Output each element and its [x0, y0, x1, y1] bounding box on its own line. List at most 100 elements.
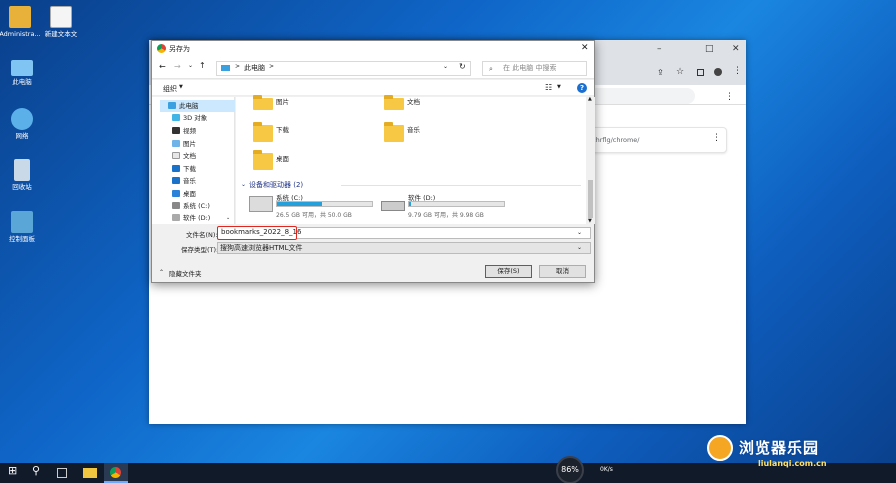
performance-gauge[interactable]: 86% — [556, 456, 584, 483]
view-dropdown-icon[interactable]: ▼ — [557, 84, 561, 90]
tree-item-pictures[interactable]: 图片 — [172, 138, 196, 150]
filename-value[interactable]: bookmarks_2022_8_16 — [217, 226, 301, 240]
drive-icon — [172, 202, 180, 209]
dialog-close-icon[interactable]: ✕ — [581, 43, 589, 53]
sidebar-icon[interactable] — [697, 69, 704, 76]
back-arrow-icon[interactable]: ← — [159, 62, 166, 71]
scroll-up-icon[interactable]: ▲ — [588, 96, 592, 102]
tree-item-desktop[interactable]: 桌面 — [172, 188, 196, 200]
card-menu-icon[interactable]: ⋮ — [712, 133, 721, 143]
watermark-logo-icon — [707, 435, 733, 461]
search-box[interactable] — [589, 88, 695, 104]
up-arrow-icon[interactable]: ↑ — [199, 61, 206, 70]
browser-menu-icon[interactable]: ⋮ — [733, 66, 742, 76]
windows-start-icon[interactable]: ⊞ — [8, 464, 22, 478]
network-globe-icon — [11, 108, 33, 130]
download-folder-icon — [253, 122, 273, 142]
tree-label: 文档 — [183, 152, 196, 160]
video-icon — [172, 127, 180, 134]
address-dropdown-icon[interactable]: ⌄ — [443, 63, 448, 70]
chrome-icon — [110, 467, 121, 478]
folder-icon — [253, 95, 273, 110]
address-bar[interactable]: > 此电脑 > ⌄ ↻ — [216, 61, 471, 76]
desktop-icon-network[interactable]: 网络 — [0, 108, 44, 140]
task-view-icon[interactable] — [57, 468, 67, 478]
drives-section-header[interactable]: 设备和驱动器 (2) — [249, 180, 303, 190]
help-icon[interactable]: ? — [577, 83, 587, 93]
folder-music-label[interactable]: 音乐 — [407, 124, 420, 134]
refresh-icon[interactable]: ↻ — [459, 62, 466, 71]
share-icon[interactable]: ⇪ — [657, 68, 664, 77]
drive-c-usage-bar — [276, 201, 373, 207]
taskbar-browser-button[interactable] — [104, 463, 128, 483]
save-button[interactable]: 保存(S) — [485, 265, 532, 278]
cancel-button[interactable]: 取消 — [539, 265, 586, 278]
desktop-icon-this-pc[interactable]: 此电脑 — [0, 57, 44, 86]
search-icon[interactable]: ⚲ — [32, 464, 46, 478]
chrome-icon — [157, 44, 166, 53]
navigation-pane: 此电脑 3D 对象 视频 图片 文档 下载 音乐 桌面 系统 (C:) 软件 (… — [152, 97, 235, 224]
organize-button[interactable]: 组织 — [163, 84, 177, 94]
user-folder-icon — [9, 6, 31, 28]
file-explorer-icon[interactable] — [83, 468, 97, 478]
tree-item-drive-d[interactable]: 软件 (D:) — [172, 212, 210, 224]
view-options-icon[interactable]: ☷ — [545, 83, 552, 92]
folder-pictures-label[interactable]: 图片 — [276, 96, 289, 106]
filetype-dropdown-icon[interactable]: ⌄ — [577, 243, 582, 253]
cube-icon — [172, 114, 180, 121]
scroll-down-icon[interactable]: ▼ — [588, 218, 592, 224]
filetype-value: 搜狗高速浏览器HTML文件 — [220, 244, 303, 252]
desktop-icon-label: 控制面板 — [9, 235, 35, 243]
scrollbar-thumb[interactable] — [588, 180, 593, 218]
close-icon[interactable]: ✕ — [732, 44, 740, 54]
search-icon: ⌕ — [489, 65, 493, 73]
tree-item-drive-c[interactable]: 系统 (C:) — [172, 200, 210, 212]
desktop-icon-recycle-bin[interactable]: 回收站 — [0, 159, 44, 191]
breadcrumb-separator: > — [235, 63, 241, 70]
search-input[interactable]: ⌕ 在 此电脑 中搜索 — [482, 61, 587, 76]
tree-item-3d-objects[interactable]: 3D 对象 — [172, 112, 207, 124]
history-card[interactable]: chrflg/chrome/ ⋮ — [589, 127, 727, 153]
pc-icon — [221, 65, 230, 71]
filename-dropdown-icon[interactable]: ⌄ — [577, 228, 582, 238]
tree-label: 此电脑 — [179, 102, 199, 110]
filetype-label: 保存类型(T): — [181, 246, 219, 254]
hide-folders-chevron-icon[interactable]: ⌃ — [159, 269, 164, 276]
profile-icon[interactable] — [714, 68, 722, 76]
desktop-icon — [172, 190, 180, 197]
desktop-icon-label: 新建文本文 — [44, 30, 78, 38]
folder-desktop-label[interactable]: 桌面 — [276, 153, 289, 163]
minimize-icon[interactable]: – — [657, 44, 662, 54]
desktop-icon-new-text-file[interactable]: 新建文本文 — [39, 6, 83, 38]
tree-item-music[interactable]: 音乐 — [172, 175, 196, 187]
section-divider — [341, 185, 581, 186]
tree-label: 桌面 — [183, 190, 196, 198]
tree-item-this-pc[interactable]: 此电脑 — [168, 100, 199, 112]
folder-documents-label[interactable]: 文档 — [407, 96, 420, 106]
text-file-icon — [50, 6, 72, 28]
hide-folders-toggle[interactable]: 隐藏文件夹 — [169, 268, 202, 278]
organize-dropdown-icon[interactable]: ▼ — [179, 84, 183, 90]
bookmark-star-icon[interactable]: ☆ — [676, 67, 684, 77]
desktop-icon-admin[interactable]: Administra... — [0, 6, 42, 38]
section-collapse-icon[interactable]: ⌄ — [241, 181, 246, 188]
dialog-nav-bar: ← → ⌄ ↑ > 此电脑 > ⌄ ↻ ⌕ 在 此电脑 中搜索 — [152, 57, 594, 79]
file-list-scrollbar[interactable]: ▲ ▼ — [586, 96, 595, 224]
desktop-icon-label: 回收站 — [12, 183, 32, 191]
save-as-dialog: 另存为 ✕ ← → ⌄ ↑ > 此电脑 > ⌄ ↻ ⌕ 在 此电脑 中搜索 组织… — [151, 40, 595, 283]
page-menu-icon[interactable]: ⋮ — [725, 92, 734, 102]
recent-chevron-icon[interactable]: ⌄ — [188, 62, 193, 69]
desktop-icon-control-panel[interactable]: 控制面板 — [0, 211, 44, 243]
folder-downloads-label[interactable]: 下载 — [276, 124, 289, 134]
watermark-brand: 浏览器乐园 — [739, 439, 820, 457]
forward-arrow-icon[interactable]: → — [174, 62, 181, 71]
breadcrumb[interactable]: 此电脑 — [244, 63, 265, 73]
tree-item-downloads[interactable]: 下载 — [172, 163, 196, 175]
tree-item-documents[interactable]: 文档 — [172, 150, 196, 162]
filetype-select[interactable]: 搜狗高速浏览器HTML文件 ⌄ — [217, 242, 591, 254]
dialog-toolbar: 组织 ▼ ☷ ▼ ? — [152, 80, 594, 96]
windows-drive-icon — [249, 196, 273, 212]
tree-item-videos[interactable]: 视频 — [172, 125, 196, 137]
tree-scroll-down-icon[interactable]: ⌄ — [226, 215, 230, 221]
maximize-icon[interactable]: □ — [705, 44, 714, 54]
